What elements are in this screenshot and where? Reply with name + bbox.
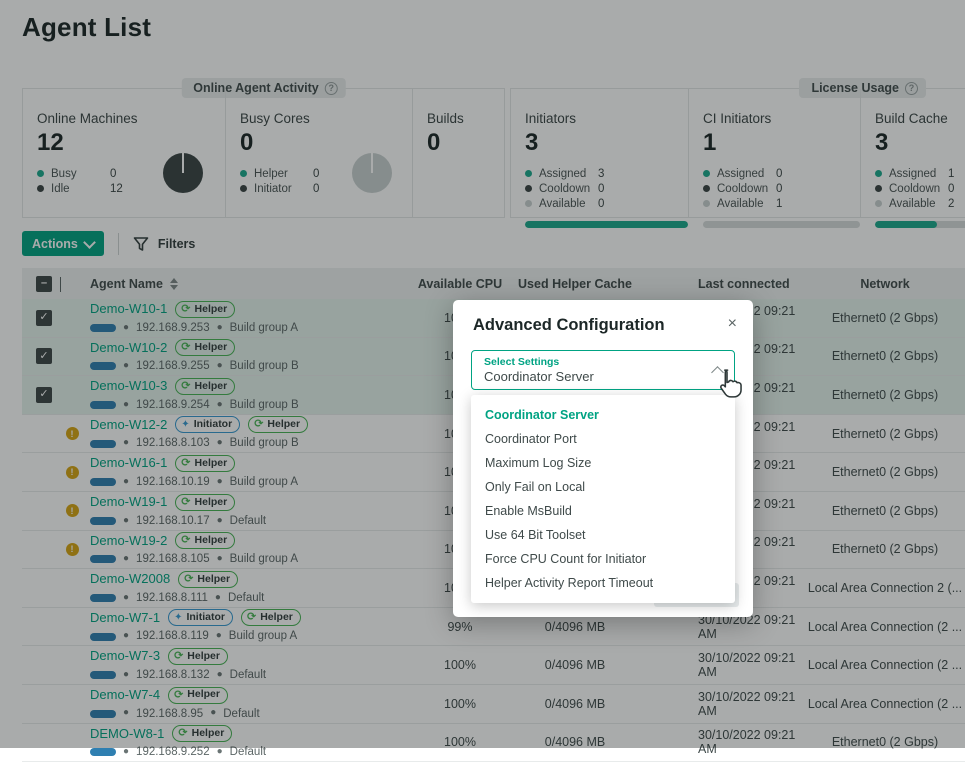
chevron-up-icon — [711, 366, 724, 379]
dropdown-option[interactable]: Coordinator Server — [471, 403, 735, 427]
modal-title: Advanced Configuration — [473, 316, 665, 335]
advanced-configuration-modal: Advanced Configuration × Submit Select S… — [453, 300, 753, 617]
dropdown-option[interactable]: Force CPU Count for Initiator — [471, 547, 735, 571]
dropdown-option[interactable]: Maximum Log Size — [471, 451, 735, 475]
dropdown-option[interactable]: Helper Activity Report Timeout — [471, 571, 735, 595]
dropdown-option[interactable]: Only Fail on Local — [471, 475, 735, 499]
settings-dropdown-panel: Coordinator Server Coordinator Port Maxi… — [471, 395, 735, 603]
dropdown-option[interactable]: Use 64 Bit Toolset — [471, 523, 735, 547]
dropdown-option[interactable]: Enable MsBuild — [471, 499, 735, 523]
cpu-pill-indicator — [90, 748, 116, 756]
settings-select-value: Coordinator Server — [484, 369, 706, 384]
settings-select-label: Select Settings — [484, 356, 706, 368]
settings-select[interactable]: Select Settings Coordinator Server — [471, 350, 735, 390]
dropdown-option[interactable]: Coordinator Port — [471, 427, 735, 451]
close-icon[interactable]: × — [728, 316, 737, 332]
